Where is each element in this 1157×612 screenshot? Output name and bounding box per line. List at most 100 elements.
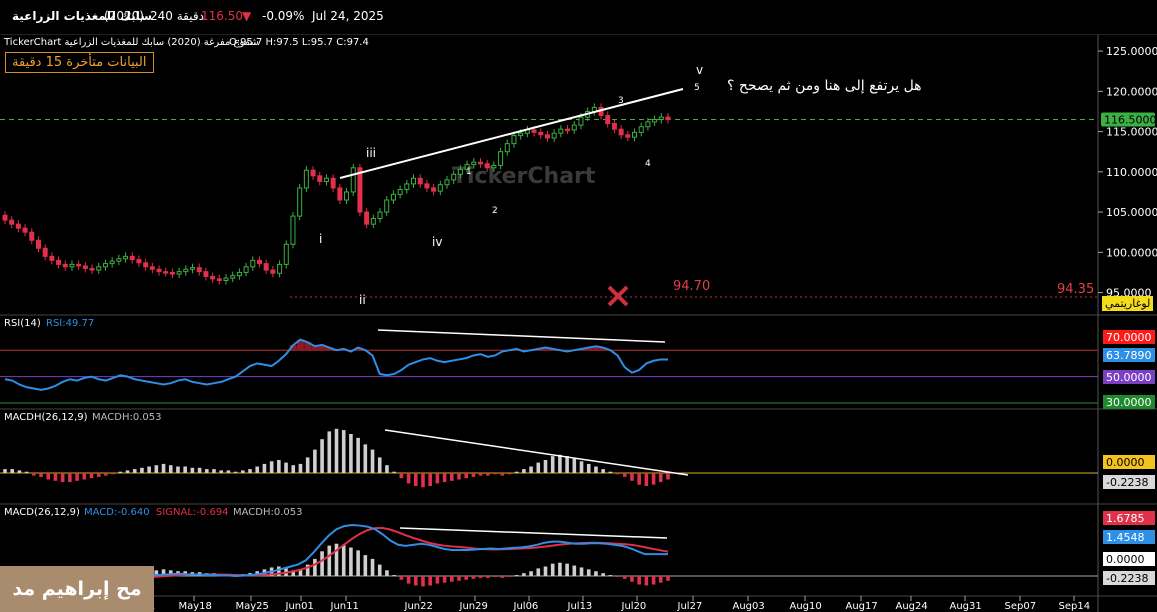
macdh-bar xyxy=(53,473,58,481)
candle-body xyxy=(611,123,617,130)
x-tick-label: Jul13 xyxy=(567,601,593,612)
y-tick-label: 115.0000 xyxy=(1106,126,1157,139)
macdh-bar xyxy=(10,469,15,473)
macd-hist-bar xyxy=(493,576,497,577)
candle-body xyxy=(169,271,175,275)
macdh-name: MACDH(26,12,9) xyxy=(4,412,88,423)
macd-hist-bar xyxy=(507,576,512,577)
macdh-bar xyxy=(96,473,101,477)
macd-hist-bar xyxy=(392,575,396,576)
macdh-zero-label: 0.0000 xyxy=(1106,456,1145,469)
macdh-bar xyxy=(89,473,94,479)
y-tick-label: 110.0000 xyxy=(1106,166,1157,179)
macdh-bar xyxy=(500,473,505,476)
macdh-bar xyxy=(161,463,166,473)
macdh-bar xyxy=(385,465,389,473)
log-scale-button[interactable]: لوغاريتمي xyxy=(1102,296,1154,311)
wave-label: ii xyxy=(359,293,366,307)
candle-body xyxy=(303,169,309,189)
y-tick-label: 120.0000 xyxy=(1106,85,1157,98)
macdh-bar xyxy=(349,434,353,473)
macd-hist-bar xyxy=(579,567,584,576)
macdh-bar xyxy=(46,473,51,480)
candle-body xyxy=(498,151,504,166)
macdh-bar xyxy=(457,473,461,480)
macdh-bar xyxy=(104,473,108,476)
candle-body xyxy=(109,260,115,265)
macdh-bar xyxy=(572,458,577,473)
macd-hist-bar xyxy=(478,576,483,578)
candle-body xyxy=(96,266,102,271)
candle-body xyxy=(317,175,323,182)
candle-body xyxy=(357,167,363,213)
macdh-bar xyxy=(39,473,43,477)
macdh-bar xyxy=(644,473,649,486)
candle-body xyxy=(477,161,483,165)
candle-body xyxy=(210,275,216,280)
macd-hist-bar xyxy=(413,576,418,586)
macd-hist-bar xyxy=(565,563,569,576)
macdh-bar xyxy=(132,469,137,473)
y-tick-label: 100.0000 xyxy=(1106,246,1157,259)
macd-hist-bar xyxy=(529,571,533,576)
wave-label: 4 xyxy=(645,159,651,169)
macd-hist-bar xyxy=(615,576,620,577)
candle-body xyxy=(250,259,256,268)
macdh-bar xyxy=(622,473,627,477)
y-tick-label: 105.0000 xyxy=(1106,206,1157,219)
macdh-bar xyxy=(558,454,562,473)
candle-body xyxy=(22,227,28,233)
macdh-bar xyxy=(565,456,569,473)
macdh-bar xyxy=(651,473,656,485)
macd-hist-bar xyxy=(558,562,562,576)
macdh-bar xyxy=(327,431,332,473)
macd-hist-bar xyxy=(630,576,634,582)
macdh-bar xyxy=(291,465,296,473)
header-interval: 240 دقيقة xyxy=(150,9,204,23)
macd-hist-bar xyxy=(644,576,649,586)
candle-body xyxy=(558,128,564,134)
candle-body xyxy=(645,121,651,128)
macd-trendline xyxy=(399,527,668,539)
macdh-bar xyxy=(435,473,440,484)
candle-body xyxy=(297,187,303,217)
macdh-bar xyxy=(363,444,368,473)
macdh-bar xyxy=(24,471,29,473)
candle-body xyxy=(149,266,155,270)
macdh-bar xyxy=(486,473,490,476)
candle-body xyxy=(62,263,68,268)
macdh-bar xyxy=(262,463,267,473)
wave-label: 1 xyxy=(466,167,472,177)
candle-body xyxy=(484,163,490,169)
macd-hist-bar xyxy=(349,547,353,576)
candle-body xyxy=(176,271,182,275)
candle-body xyxy=(544,134,550,139)
candle-body xyxy=(377,211,383,220)
macdh-bar xyxy=(204,469,209,473)
macd-level-label: 1.4548 xyxy=(1106,531,1145,544)
macdh-bar xyxy=(190,467,195,473)
macd-hist-bar xyxy=(572,565,577,576)
macdh-bar xyxy=(176,466,180,473)
macd-hist-bar xyxy=(370,558,375,576)
macdh-bar xyxy=(507,473,512,475)
x-tick-label: Aug10 xyxy=(790,601,822,612)
candle-body xyxy=(330,177,336,189)
candle-body xyxy=(56,259,62,265)
macd-hist-bar xyxy=(385,570,389,576)
candle-body xyxy=(270,269,276,274)
macd-hist-bar xyxy=(341,544,346,576)
down-arrow-icon: ▼ xyxy=(242,9,252,23)
macdh-bar xyxy=(493,473,497,475)
macdh-bar xyxy=(226,470,231,473)
macd-hist-value: MACDH:0.053 xyxy=(233,507,303,518)
macd-hist-bar xyxy=(377,564,382,576)
macd-hist-bar xyxy=(637,576,641,585)
macdh-bar xyxy=(75,473,79,481)
macdh-bar xyxy=(601,469,605,473)
macd-hist-bar xyxy=(522,573,526,576)
macd-hist-bar xyxy=(500,576,505,578)
candle-body xyxy=(451,173,457,181)
author-watermark: مح إبراهيم مد xyxy=(0,566,154,612)
x-tick-label: May18 xyxy=(179,601,212,612)
